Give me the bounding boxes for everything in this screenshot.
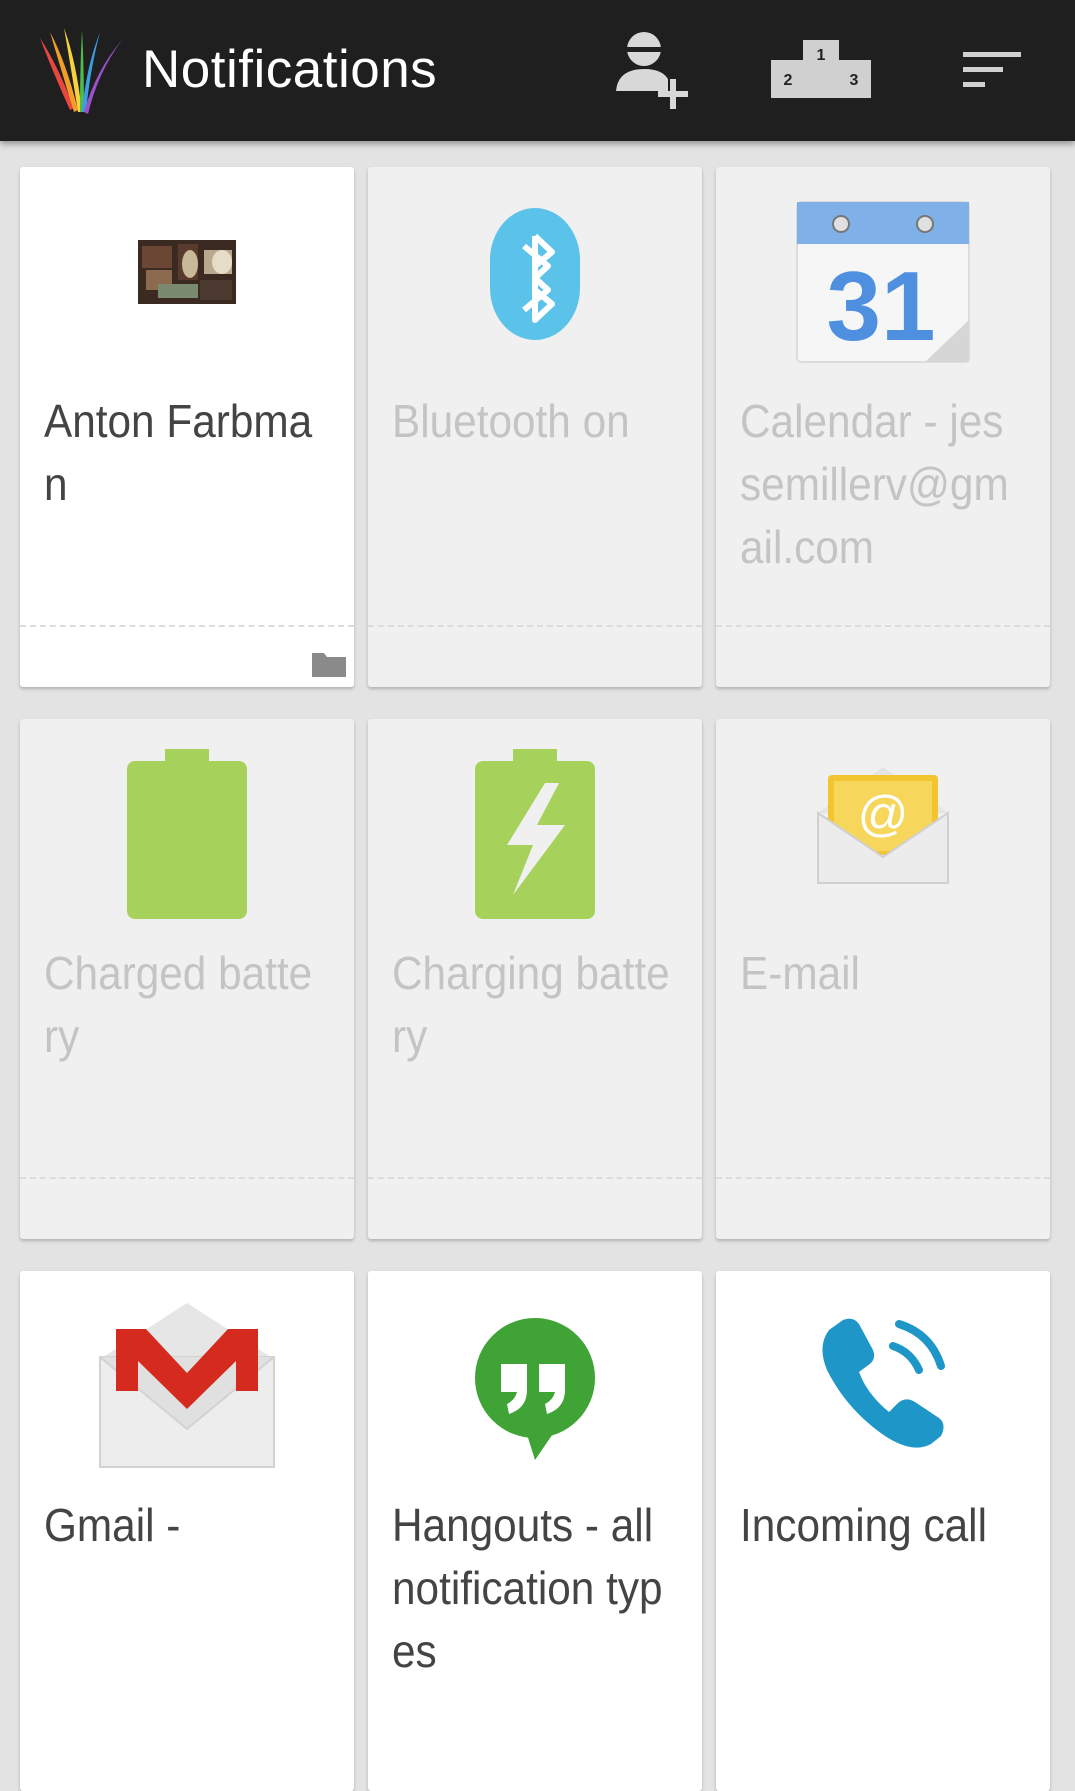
calendar-icon: 31 — [796, 200, 970, 363]
card-divider — [716, 625, 1050, 627]
bluetooth-icon — [490, 207, 580, 340]
sort-icon — [963, 52, 1021, 87]
sort-button[interactable] — [954, 22, 1030, 118]
card-divider — [20, 625, 354, 627]
add-person-icon — [616, 32, 688, 109]
notification-card-calendar[interactable]: 31 Calendar - jessemillerv@gmail.com — [716, 167, 1050, 687]
email-icon: @ — [817, 766, 949, 884]
app-logo-icon — [40, 28, 122, 114]
podium-rank-2: 2 — [784, 72, 793, 89]
card-label: Bluetooth on — [392, 395, 630, 447]
notification-card-gmail[interactable]: Gmail - — [20, 1271, 354, 1791]
card-label: Anton Farbman — [44, 395, 313, 510]
page-title: Notifications — [142, 40, 438, 99]
card-label: Charged battery — [44, 947, 313, 1062]
card-label: Gmail - — [44, 1499, 181, 1551]
card-label: Hangouts - all notification types — [392, 1499, 663, 1677]
add-contact-button[interactable] — [608, 22, 698, 118]
hangouts-icon — [475, 1317, 595, 1460]
card-divider — [368, 625, 702, 627]
leaderboard-button[interactable]: 1 2 3 — [766, 22, 876, 118]
notification-card-incoming-call[interactable]: Incoming call — [716, 1271, 1050, 1791]
card-divider — [20, 1177, 354, 1179]
card-divider — [368, 1177, 702, 1179]
battery-icon — [127, 748, 247, 919]
card-label: E-mail — [740, 947, 860, 999]
notification-card-bluetooth[interactable]: Bluetooth on — [368, 167, 702, 687]
contact-photo — [138, 239, 236, 304]
card-divider — [716, 1177, 1050, 1179]
notification-card-email[interactable]: @ E-mail — [716, 719, 1050, 1239]
calendar-day-number: 31 — [826, 251, 935, 361]
app-bar: Notifications 1 2 3 — [0, 0, 1075, 141]
notification-card-hangouts[interactable]: Hangouts - all notification types — [368, 1271, 702, 1791]
gmail-icon — [99, 1302, 275, 1468]
podium-rank-1: 1 — [817, 47, 826, 64]
podium-icon: 1 2 3 — [771, 40, 871, 98]
notification-card-charging-battery[interactable]: Charging battery — [368, 719, 702, 1239]
email-at-symbol: @ — [858, 786, 909, 842]
card-label: Incoming call — [740, 1499, 987, 1551]
folder-icon[interactable] — [312, 651, 346, 677]
card-label: Charging battery — [392, 947, 670, 1062]
notification-card-charged-battery[interactable]: Charged battery — [20, 719, 354, 1239]
charging-battery-icon — [475, 748, 595, 919]
card-label: Calendar - jessemillerv@gmail.com — [740, 395, 1009, 573]
notification-grid: Anton Farbman Bluetooth on 31 Calendar -… — [0, 141, 1075, 1791]
notification-card-anton-farbman[interactable]: Anton Farbman — [20, 167, 354, 687]
phone-icon — [822, 1318, 945, 1448]
podium-rank-3: 3 — [850, 72, 859, 89]
